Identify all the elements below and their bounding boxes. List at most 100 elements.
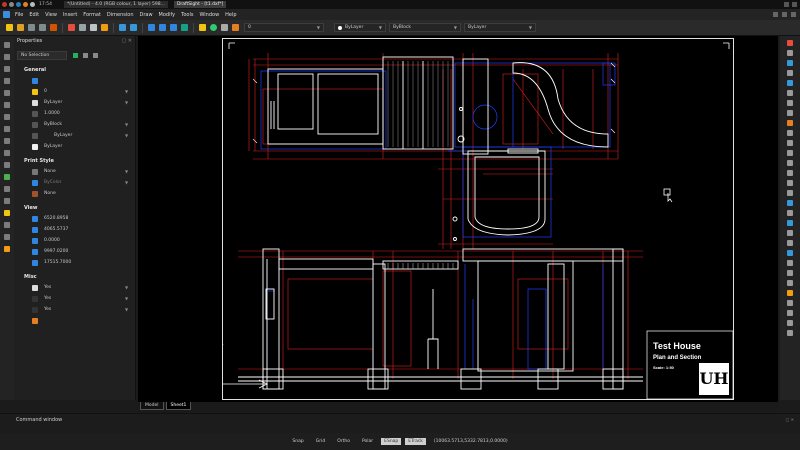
print-icon[interactable] [50, 24, 57, 31]
stretch-icon[interactable] [787, 120, 793, 126]
new-icon[interactable] [6, 24, 13, 31]
save-icon[interactable] [28, 24, 35, 31]
tray-volume-icon[interactable] [792, 2, 797, 7]
rectangle-icon[interactable] [4, 114, 10, 120]
menu-draw[interactable]: Draw [136, 12, 155, 18]
toggle-pickadd-icon[interactable] [93, 53, 98, 58]
color-dropdown[interactable]: ByLayer ▼ [334, 23, 386, 32]
section-misc[interactable]: Misc [14, 272, 135, 282]
lengthen-icon[interactable] [787, 130, 793, 136]
region-icon[interactable] [4, 174, 10, 180]
divide-icon[interactable] [787, 230, 793, 236]
app-menu-icon[interactable] [2, 2, 7, 7]
prop-height[interactable]: 9997.0200 [14, 246, 135, 257]
menu-window[interactable]: Window [196, 12, 222, 18]
menu-view[interactable]: View [42, 12, 60, 18]
files-icon[interactable] [23, 2, 28, 7]
section-view[interactable]: View [14, 203, 135, 213]
trim-icon[interactable] [787, 140, 793, 146]
taskbar-window-draftsight[interactable]: DraftSight - [t1.dxf*] [173, 1, 227, 8]
prop-print-table[interactable]: None [14, 188, 135, 199]
align-icon[interactable] [787, 220, 793, 226]
break-icon[interactable] [787, 160, 793, 166]
erase-icon[interactable] [787, 40, 793, 46]
hatch-icon[interactable] [4, 162, 10, 168]
pencil-icon[interactable] [4, 246, 10, 252]
undo-icon[interactable] [119, 24, 126, 31]
match-icon[interactable] [787, 300, 793, 306]
zoom-icon[interactable] [148, 24, 155, 31]
move-icon[interactable] [787, 90, 793, 96]
pattern-icon[interactable] [787, 80, 793, 86]
properties-icon[interactable] [787, 290, 793, 296]
menu-format[interactable]: Format [80, 12, 104, 18]
layer-on-icon[interactable] [210, 24, 217, 31]
section-print-style[interactable]: Print Style [14, 156, 135, 166]
fillet-icon[interactable] [787, 190, 793, 196]
selection-dropdown[interactable]: No Selection [17, 51, 67, 60]
prop-ucs-at-origin[interactable]: Yes ▼ [14, 293, 135, 304]
order-icon[interactable] [787, 330, 793, 336]
infinite-line-icon[interactable] [4, 54, 10, 60]
insert-icon[interactable] [4, 234, 10, 240]
close-icon[interactable] [791, 12, 796, 17]
launcher-icon[interactable] [9, 2, 14, 7]
redo-icon[interactable] [130, 24, 137, 31]
menu-insert[interactable]: Insert [60, 12, 80, 18]
table-icon[interactable] [4, 186, 10, 192]
layer-freeze-icon[interactable] [221, 24, 228, 31]
status-etrack[interactable]: ETrack [405, 438, 426, 445]
edit-text-icon[interactable] [787, 280, 793, 286]
prop-center-y[interactable]: 4065.5737 [14, 224, 135, 235]
match-properties-icon[interactable] [101, 24, 108, 31]
layer-dropdown[interactable]: 0 ▼ [244, 23, 324, 32]
status-snap[interactable]: Snap [286, 439, 309, 444]
prop-print-style[interactable]: None ▼ [14, 166, 135, 177]
polyline-icon[interactable] [4, 66, 10, 72]
note-icon[interactable] [4, 222, 10, 228]
edit-hatch-icon[interactable] [787, 250, 793, 256]
prop-color[interactable] [14, 75, 135, 86]
menu-modify[interactable]: Modify [156, 12, 179, 18]
menu-tools[interactable]: Tools [178, 12, 196, 18]
status-esnap[interactable]: ESnap [381, 438, 402, 445]
terminal-icon[interactable] [30, 2, 35, 7]
edit-polyline-icon[interactable] [787, 260, 793, 266]
measure-icon[interactable] [787, 240, 793, 246]
prop-width[interactable]: 17515.7000 [14, 257, 135, 268]
prop-center-x[interactable]: 6520.8958 [14, 213, 135, 224]
command-window[interactable]: Command window ▢ ✕ [0, 413, 800, 433]
arc-icon[interactable] [4, 78, 10, 84]
tab-model[interactable]: Model [140, 402, 164, 410]
explode-icon[interactable] [787, 200, 793, 206]
point-icon[interactable] [4, 150, 10, 156]
join-icon[interactable] [787, 170, 793, 176]
prop-layer[interactable]: 0 ▼ [14, 86, 135, 97]
menu-edit[interactable]: Edit [26, 12, 42, 18]
paste-icon[interactable] [90, 24, 97, 31]
prop-lineweight[interactable]: ByLayer ▼ [14, 130, 135, 141]
panel-float-close-buttons[interactable]: ▢ ✕ [121, 36, 135, 46]
pan-icon[interactable] [181, 24, 188, 31]
copy-entity-icon[interactable] [787, 50, 793, 56]
zoom-window-icon[interactable] [159, 24, 166, 31]
line-icon[interactable] [4, 42, 10, 48]
maximize-icon[interactable] [782, 12, 787, 17]
ellipse-icon[interactable] [4, 102, 10, 108]
polygon-icon[interactable] [4, 126, 10, 132]
prop-pen-color[interactable]: ByLayer ▼ [14, 97, 135, 108]
quick-select-icon[interactable] [73, 53, 78, 58]
zoom-previous-icon[interactable] [170, 24, 177, 31]
browser-icon[interactable] [16, 2, 21, 7]
taskbar-window-gimp[interactable]: *(Untitled) - 4.0 (RGB colour, 1 layer) … [63, 1, 168, 8]
mirror-icon[interactable] [787, 60, 793, 66]
prop-center-z[interactable]: 0.0000 [14, 235, 135, 246]
prop-ucs-icon-on[interactable]: Yes ▼ [14, 282, 135, 293]
offset-icon[interactable] [787, 70, 793, 76]
layer-lock-icon[interactable] [232, 24, 239, 31]
linestyle-dropdown[interactable]: ByBlock ▼ [389, 23, 461, 32]
status-grid[interactable]: Grid [310, 439, 331, 444]
tray-network-icon[interactable] [784, 2, 789, 7]
chamfer-icon[interactable] [787, 180, 793, 186]
copy-icon[interactable] [79, 24, 86, 31]
